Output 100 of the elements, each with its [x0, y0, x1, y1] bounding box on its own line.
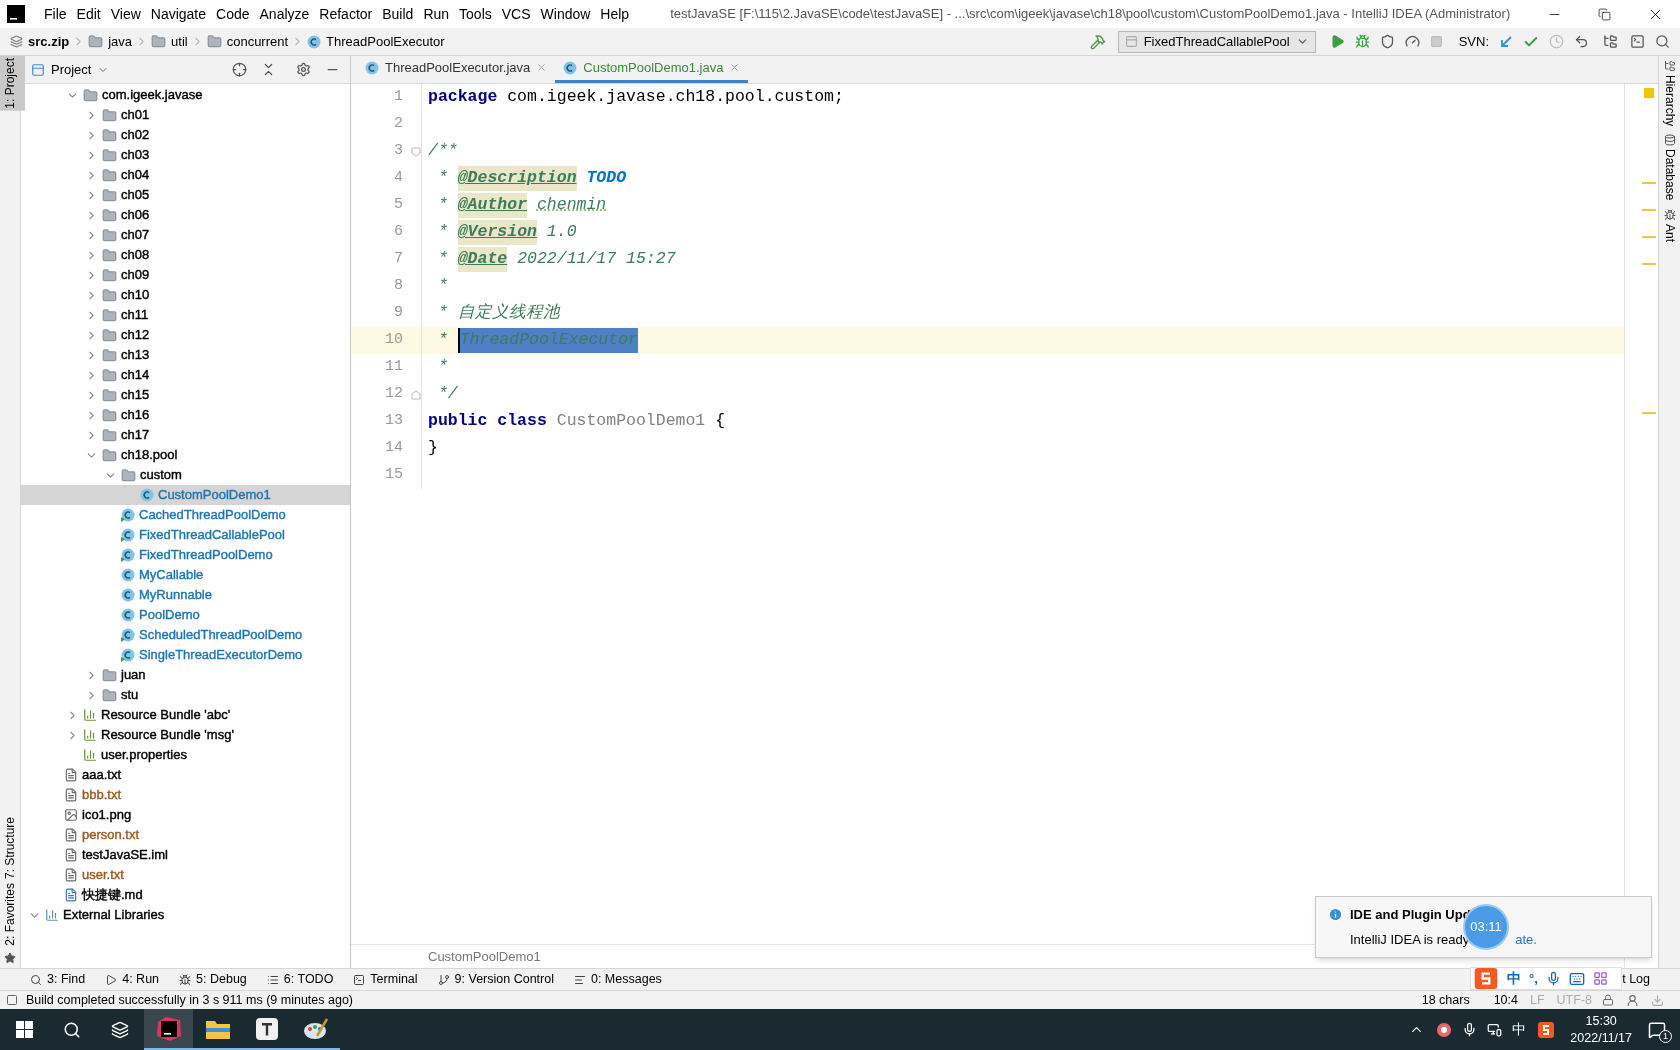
event-log-button[interactable]: t Log [1622, 970, 1650, 989]
punctuation-toggle[interactable]: °, [1529, 968, 1538, 989]
tree-item[interactable]: FixedThreadCallablePool [21, 525, 350, 545]
tree-item[interactable]: ch07 [21, 225, 350, 245]
menu-item[interactable]: Window [535, 3, 596, 25]
tool-window-tab[interactable]: Database [1660, 134, 1679, 201]
toolbox-icon[interactable] [1592, 971, 1608, 986]
tree-item[interactable]: ch18.pool [21, 445, 350, 465]
menu-item[interactable]: Analyze [254, 3, 315, 25]
tree-item[interactable]: ch13 [21, 345, 350, 365]
run-config-dropdown[interactable]: FixedThreadCallablePool [1117, 30, 1316, 53]
project-structure-icon[interactable] [1603, 34, 1618, 49]
tree-item[interactable]: SingleThreadExecutorDemo [21, 645, 350, 665]
editor-breadcrumb[interactable]: CustomPoolDemo1 [428, 946, 541, 967]
menu-item[interactable]: Navigate [145, 3, 212, 25]
panel-toggle-icon[interactable] [6, 994, 18, 1006]
update-link[interactable]: ate. [1515, 930, 1537, 950]
inspector-icon[interactable] [1626, 993, 1639, 1007]
build-icon[interactable] [1089, 33, 1106, 50]
close-tab-icon[interactable] [729, 62, 741, 73]
tree-item[interactable]: ch03 [21, 145, 350, 165]
lock-icon[interactable] [1602, 994, 1614, 1006]
revert-icon[interactable] [1574, 34, 1589, 49]
terminal-icon[interactable] [353, 973, 366, 986]
settings-icon[interactable] [296, 62, 311, 77]
tree-item[interactable]: CachedThreadPoolDemo [21, 505, 350, 525]
restore-icon[interactable] [1598, 7, 1611, 21]
search-icon[interactable] [63, 1020, 81, 1039]
breadcrumb-item[interactable]: util [151, 31, 188, 52]
breadcrumb-item[interactable]: ThreadPoolExecutor [307, 31, 445, 52]
tool-window-button[interactable]: 9: Version Control [437, 970, 554, 989]
input-method-indicator[interactable]: 中 [1512, 1019, 1527, 1040]
tree-item[interactable]: ch15 [21, 385, 350, 405]
coverage-icon[interactable] [1379, 34, 1395, 49]
run-icon[interactable] [105, 973, 118, 986]
keyboard-icon[interactable] [1568, 970, 1585, 987]
tool-window-button[interactable]: 4: Run [105, 970, 160, 989]
tree-item[interactable]: ch04 [21, 165, 350, 185]
ant-icon[interactable] [1663, 208, 1676, 221]
profiler-icon[interactable] [1404, 34, 1420, 49]
tree-item[interactable]: ch06 [21, 205, 350, 225]
windows-start-icon[interactable] [15, 1021, 33, 1038]
fold-marker-icon[interactable] [411, 146, 421, 157]
network-icon[interactable] [1487, 1022, 1503, 1037]
caret-position[interactable]: 10:4 [1493, 990, 1518, 1010]
menu-item[interactable]: View [105, 3, 146, 25]
terminal-icon[interactable] [1630, 34, 1645, 49]
text-editor-app-icon[interactable] [254, 1016, 279, 1041]
tree-item[interactable]: ch16 [21, 405, 350, 425]
sogou-tray-icon[interactable] [1538, 1021, 1555, 1038]
tree-item[interactable]: custom [21, 465, 350, 485]
tree-item[interactable]: Resource Bundle 'msg' [21, 725, 350, 745]
menu-item[interactable]: Edit [71, 3, 106, 25]
close-tab-icon[interactable] [536, 62, 548, 73]
tree-item[interactable]: MyCallable [21, 565, 350, 585]
tree-item[interactable]: bbb.txt [21, 785, 350, 805]
breadcrumb-item[interactable]: java [88, 31, 133, 52]
tree-item[interactable]: ch05 [21, 185, 350, 205]
tree-item[interactable]: ch12 [21, 325, 350, 345]
tree-item[interactable]: ch10 [21, 285, 350, 305]
fold-marker-icon[interactable] [411, 389, 421, 400]
tree-item[interactable]: ScheduledThreadPoolDemo [21, 625, 350, 645]
input-mode-toggle[interactable]: 中 [1507, 968, 1521, 989]
hierarchy-icon[interactable] [1663, 60, 1676, 72]
sogou-logo-icon[interactable] [1473, 968, 1499, 989]
tree-item[interactable]: ch09 [21, 265, 350, 285]
tree-item[interactable]: ch17 [21, 425, 350, 445]
tree-item[interactable]: ch02 [21, 125, 350, 145]
microphone-icon[interactable] [1462, 1022, 1478, 1037]
menu-item[interactable]: Tools [454, 3, 497, 25]
tool-window-button[interactable]: 3: Find [30, 970, 86, 989]
clock[interactable]: 15:30 2022/11/17 [1570, 1012, 1632, 1047]
tree-item[interactable]: PoolDemo [21, 605, 350, 625]
tree-item[interactable]: user.properties [21, 745, 350, 765]
menu-item[interactable]: File [39, 3, 72, 25]
tool-window-button[interactable]: 0: Messages [573, 970, 662, 989]
find-icon[interactable] [30, 973, 42, 986]
todo-icon[interactable] [266, 973, 279, 986]
tool-window-button[interactable]: 5: Debug [179, 970, 247, 989]
tree-item[interactable]: juan [21, 665, 350, 685]
tree-item[interactable]: aaa.txt [21, 765, 350, 785]
database-icon[interactable] [1663, 134, 1676, 147]
menu-item[interactable]: Help [595, 3, 635, 25]
tool-window-button[interactable]: Terminal [353, 970, 418, 989]
menu-item[interactable]: Run [418, 3, 455, 25]
tree-item[interactable]: stu [21, 685, 350, 705]
menu-item[interactable]: VCS [496, 3, 536, 25]
tree-item[interactable]: MyRunnable [21, 585, 350, 605]
tree-item[interactable]: Resource Bundle 'abc' [21, 705, 350, 725]
tool-window-button[interactable]: 6: TODO [266, 970, 334, 989]
locate-icon[interactable] [232, 62, 247, 77]
breadcrumb-item[interactable]: concurrent [206, 31, 289, 52]
tool-window-tab[interactable]: Hierarchy [1660, 60, 1679, 127]
messages-icon[interactable] [573, 973, 586, 986]
flower-tray-icon[interactable] [1436, 1021, 1453, 1038]
tool-window-tab[interactable]: 1: Project [0, 56, 25, 111]
tree-item[interactable]: ch14 [21, 365, 350, 385]
tree-item[interactable]: ch08 [21, 245, 350, 265]
menu-item[interactable]: Code [211, 3, 255, 25]
search-icon[interactable] [1655, 34, 1670, 49]
